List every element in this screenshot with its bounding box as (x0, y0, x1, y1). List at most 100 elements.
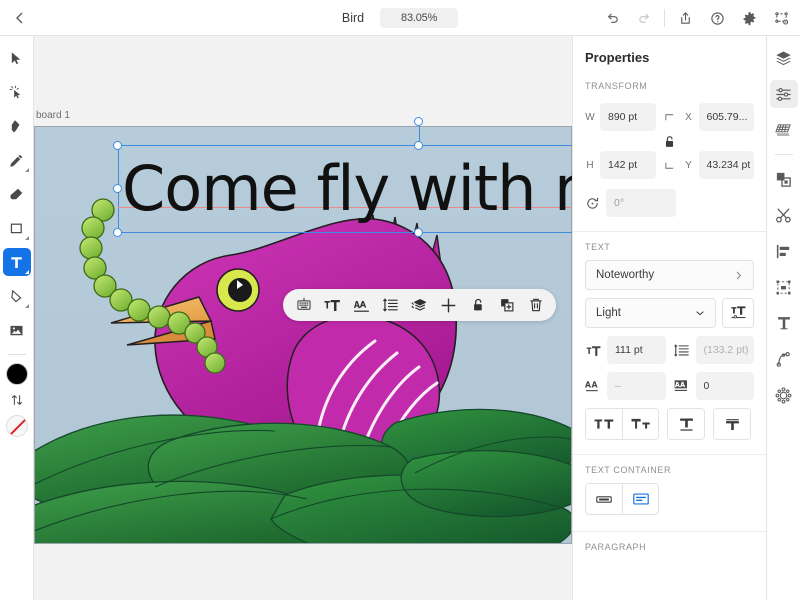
delete-button[interactable] (522, 292, 549, 319)
properties-panel-button[interactable] (770, 80, 798, 108)
effects-button[interactable] (770, 381, 798, 409)
settings-button[interactable] (734, 3, 764, 33)
text-section-label: TEXT (573, 232, 766, 260)
canvas-area[interactable]: board 1 (34, 36, 572, 600)
width-label: W (585, 112, 595, 123)
height-label: H (585, 160, 595, 171)
rotation-input[interactable]: 0° (606, 189, 676, 217)
x-label: X (684, 112, 694, 123)
document-title[interactable]: Bird (342, 11, 364, 25)
curvature-button[interactable] (770, 345, 798, 373)
x-input[interactable]: 605.79... (699, 103, 755, 131)
layers-panel-button[interactable] (770, 44, 798, 72)
align-button[interactable] (770, 237, 798, 265)
pencil-tool[interactable] (3, 146, 31, 174)
line-spacing-button[interactable] (377, 292, 404, 319)
properties-panel: Properties TRANSFORM W 890 pt X 605.79..… (572, 36, 766, 600)
shape-tool[interactable] (3, 214, 31, 242)
transform-section-label: TRANSFORM (573, 65, 766, 99)
undo-button[interactable] (597, 3, 627, 33)
area-text-button[interactable] (622, 484, 658, 514)
pen-tool[interactable] (3, 112, 31, 140)
image-tool[interactable] (3, 316, 31, 344)
lock-button[interactable] (464, 292, 491, 319)
line-height-icon (674, 343, 691, 358)
left-toolbar (0, 36, 34, 600)
select-tool[interactable] (3, 44, 31, 72)
arrange-button[interactable] (406, 292, 433, 319)
rotation-row: 0° (573, 187, 766, 217)
share-button[interactable] (670, 3, 700, 33)
font-family-value: Noteworthy (596, 269, 654, 281)
swap-fill-stroke-button[interactable] (10, 393, 24, 407)
tracking-button[interactable] (348, 292, 375, 319)
font-size-button[interactable] (319, 292, 346, 319)
rotate-icon (585, 196, 600, 211)
small-caps-button[interactable] (622, 409, 658, 439)
text-container-row (573, 483, 766, 519)
link-corner-bottom (661, 160, 679, 171)
font-style-row: Light (573, 298, 766, 336)
font-size-icon (585, 343, 602, 358)
right-rail (766, 36, 800, 600)
duplicate-button[interactable] (493, 292, 520, 319)
image-trace-button[interactable] (770, 273, 798, 301)
magic-wand-tool[interactable] (3, 78, 31, 106)
zoom-level[interactable]: 83.05% (380, 8, 458, 28)
tracking-input[interactable]: – (607, 372, 666, 400)
chevron-right-icon (734, 270, 743, 281)
text-container-group (585, 483, 659, 515)
repeat-button[interactable] (770, 165, 798, 193)
aspect-lock-toggle[interactable] (661, 135, 679, 149)
stroke-color-swatch[interactable] (6, 415, 28, 437)
kerning-input[interactable]: 0 (696, 372, 755, 400)
underline-group (667, 408, 705, 440)
back-button[interactable] (0, 0, 40, 36)
panel-title: Properties (573, 36, 766, 65)
font-style-select[interactable]: Light (585, 298, 716, 328)
scissors-button[interactable] (770, 201, 798, 229)
tracking-kerning-row: – 0 (573, 372, 766, 408)
point-text-button[interactable] (586, 484, 622, 514)
text-tool[interactable] (3, 248, 31, 276)
toolbar-divider (8, 354, 26, 355)
preview-button[interactable] (766, 3, 796, 33)
text-case-group (585, 408, 659, 440)
line-height-input[interactable]: (133.2 pt) (696, 336, 755, 364)
kerning-icon (674, 379, 691, 394)
toolbar-divider (664, 9, 665, 27)
artboard[interactable] (34, 126, 572, 544)
paragraph-section-label: PARAGRAPH (573, 532, 766, 560)
text-auto-size-button[interactable] (722, 298, 754, 328)
width-input[interactable]: 890 pt (600, 103, 656, 131)
keyboard-button[interactable] (290, 292, 317, 319)
strikethrough-button[interactable] (714, 409, 750, 439)
strikethrough-group (713, 408, 751, 440)
fill-color-swatch[interactable] (6, 363, 28, 385)
link-corner-top (661, 112, 679, 123)
text-context-toolbar (283, 289, 556, 321)
grid-panel-button[interactable] (770, 116, 798, 144)
size-leading-row: 111 pt (133.2 pt) (573, 336, 766, 372)
artboard-label: board 1 (36, 110, 70, 121)
flyout-indicator (25, 168, 29, 172)
move-button[interactable] (435, 292, 462, 319)
font-family-select[interactable]: Noteworthy (585, 260, 754, 290)
transform-tool[interactable] (3, 282, 31, 310)
height-input[interactable]: 142 pt (600, 151, 656, 179)
help-button[interactable] (702, 3, 732, 33)
text-container-section-label: TEXT CONTAINER (573, 455, 766, 483)
transform-section: W 890 pt X 605.79... (573, 99, 766, 179)
all-caps-button[interactable] (586, 409, 622, 439)
y-input[interactable]: 43.234 pt (699, 151, 755, 179)
flyout-indicator (25, 270, 29, 274)
top-bar: Bird 83.05% (0, 0, 800, 36)
rail-divider (775, 154, 793, 155)
type-button[interactable] (770, 309, 798, 337)
flyout-indicator (25, 236, 29, 240)
font-size-input[interactable]: 111 pt (607, 336, 666, 364)
rotation-handle[interactable] (414, 117, 423, 126)
eraser-tool[interactable] (3, 180, 31, 208)
underline-button[interactable] (668, 409, 704, 439)
redo-button[interactable] (629, 3, 659, 33)
